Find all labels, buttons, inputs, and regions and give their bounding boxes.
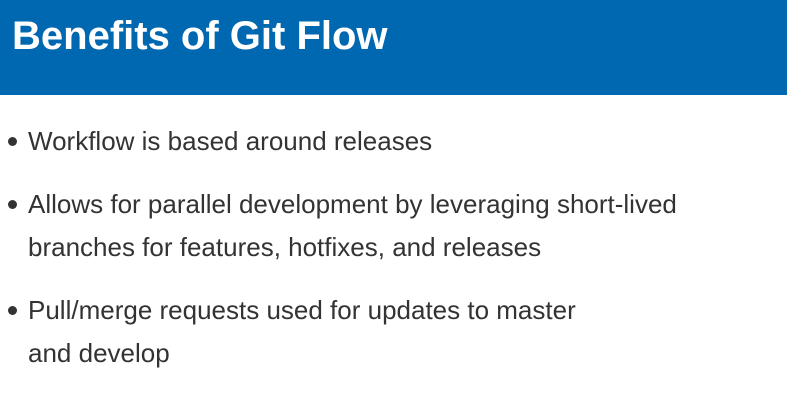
bullet-text: Workflow is based around releases [28, 120, 783, 163]
bullet-line: Allows for parallel development by lever… [28, 189, 677, 219]
bullet-text: Allows for parallel development by lever… [28, 183, 783, 269]
bullet-line: Workflow is based around releases [28, 126, 433, 156]
bullet-item: Pull/merge requests used for updates to … [0, 289, 787, 375]
slide-title: Benefits of Git Flow [12, 14, 388, 58]
bullet-list: Workflow is based around releases Allows… [0, 120, 787, 395]
bullet-item: Allows for parallel development by lever… [0, 183, 787, 269]
bullet-icon [8, 200, 17, 209]
bullet-icon [8, 137, 17, 146]
slide: Benefits of Git Flow Workflow is based a… [0, 0, 787, 418]
bullet-line: branches for features, hotfixes, and rel… [28, 232, 542, 262]
bullet-line: and develop [28, 338, 170, 368]
bullet-item: Workflow is based around releases [0, 120, 787, 163]
bullet-icon [8, 306, 17, 315]
bullet-text: Pull/merge requests used for updates to … [28, 289, 783, 375]
title-bar: Benefits of Git Flow [0, 0, 787, 95]
bullet-line: Pull/merge requests used for updates to … [28, 295, 576, 325]
